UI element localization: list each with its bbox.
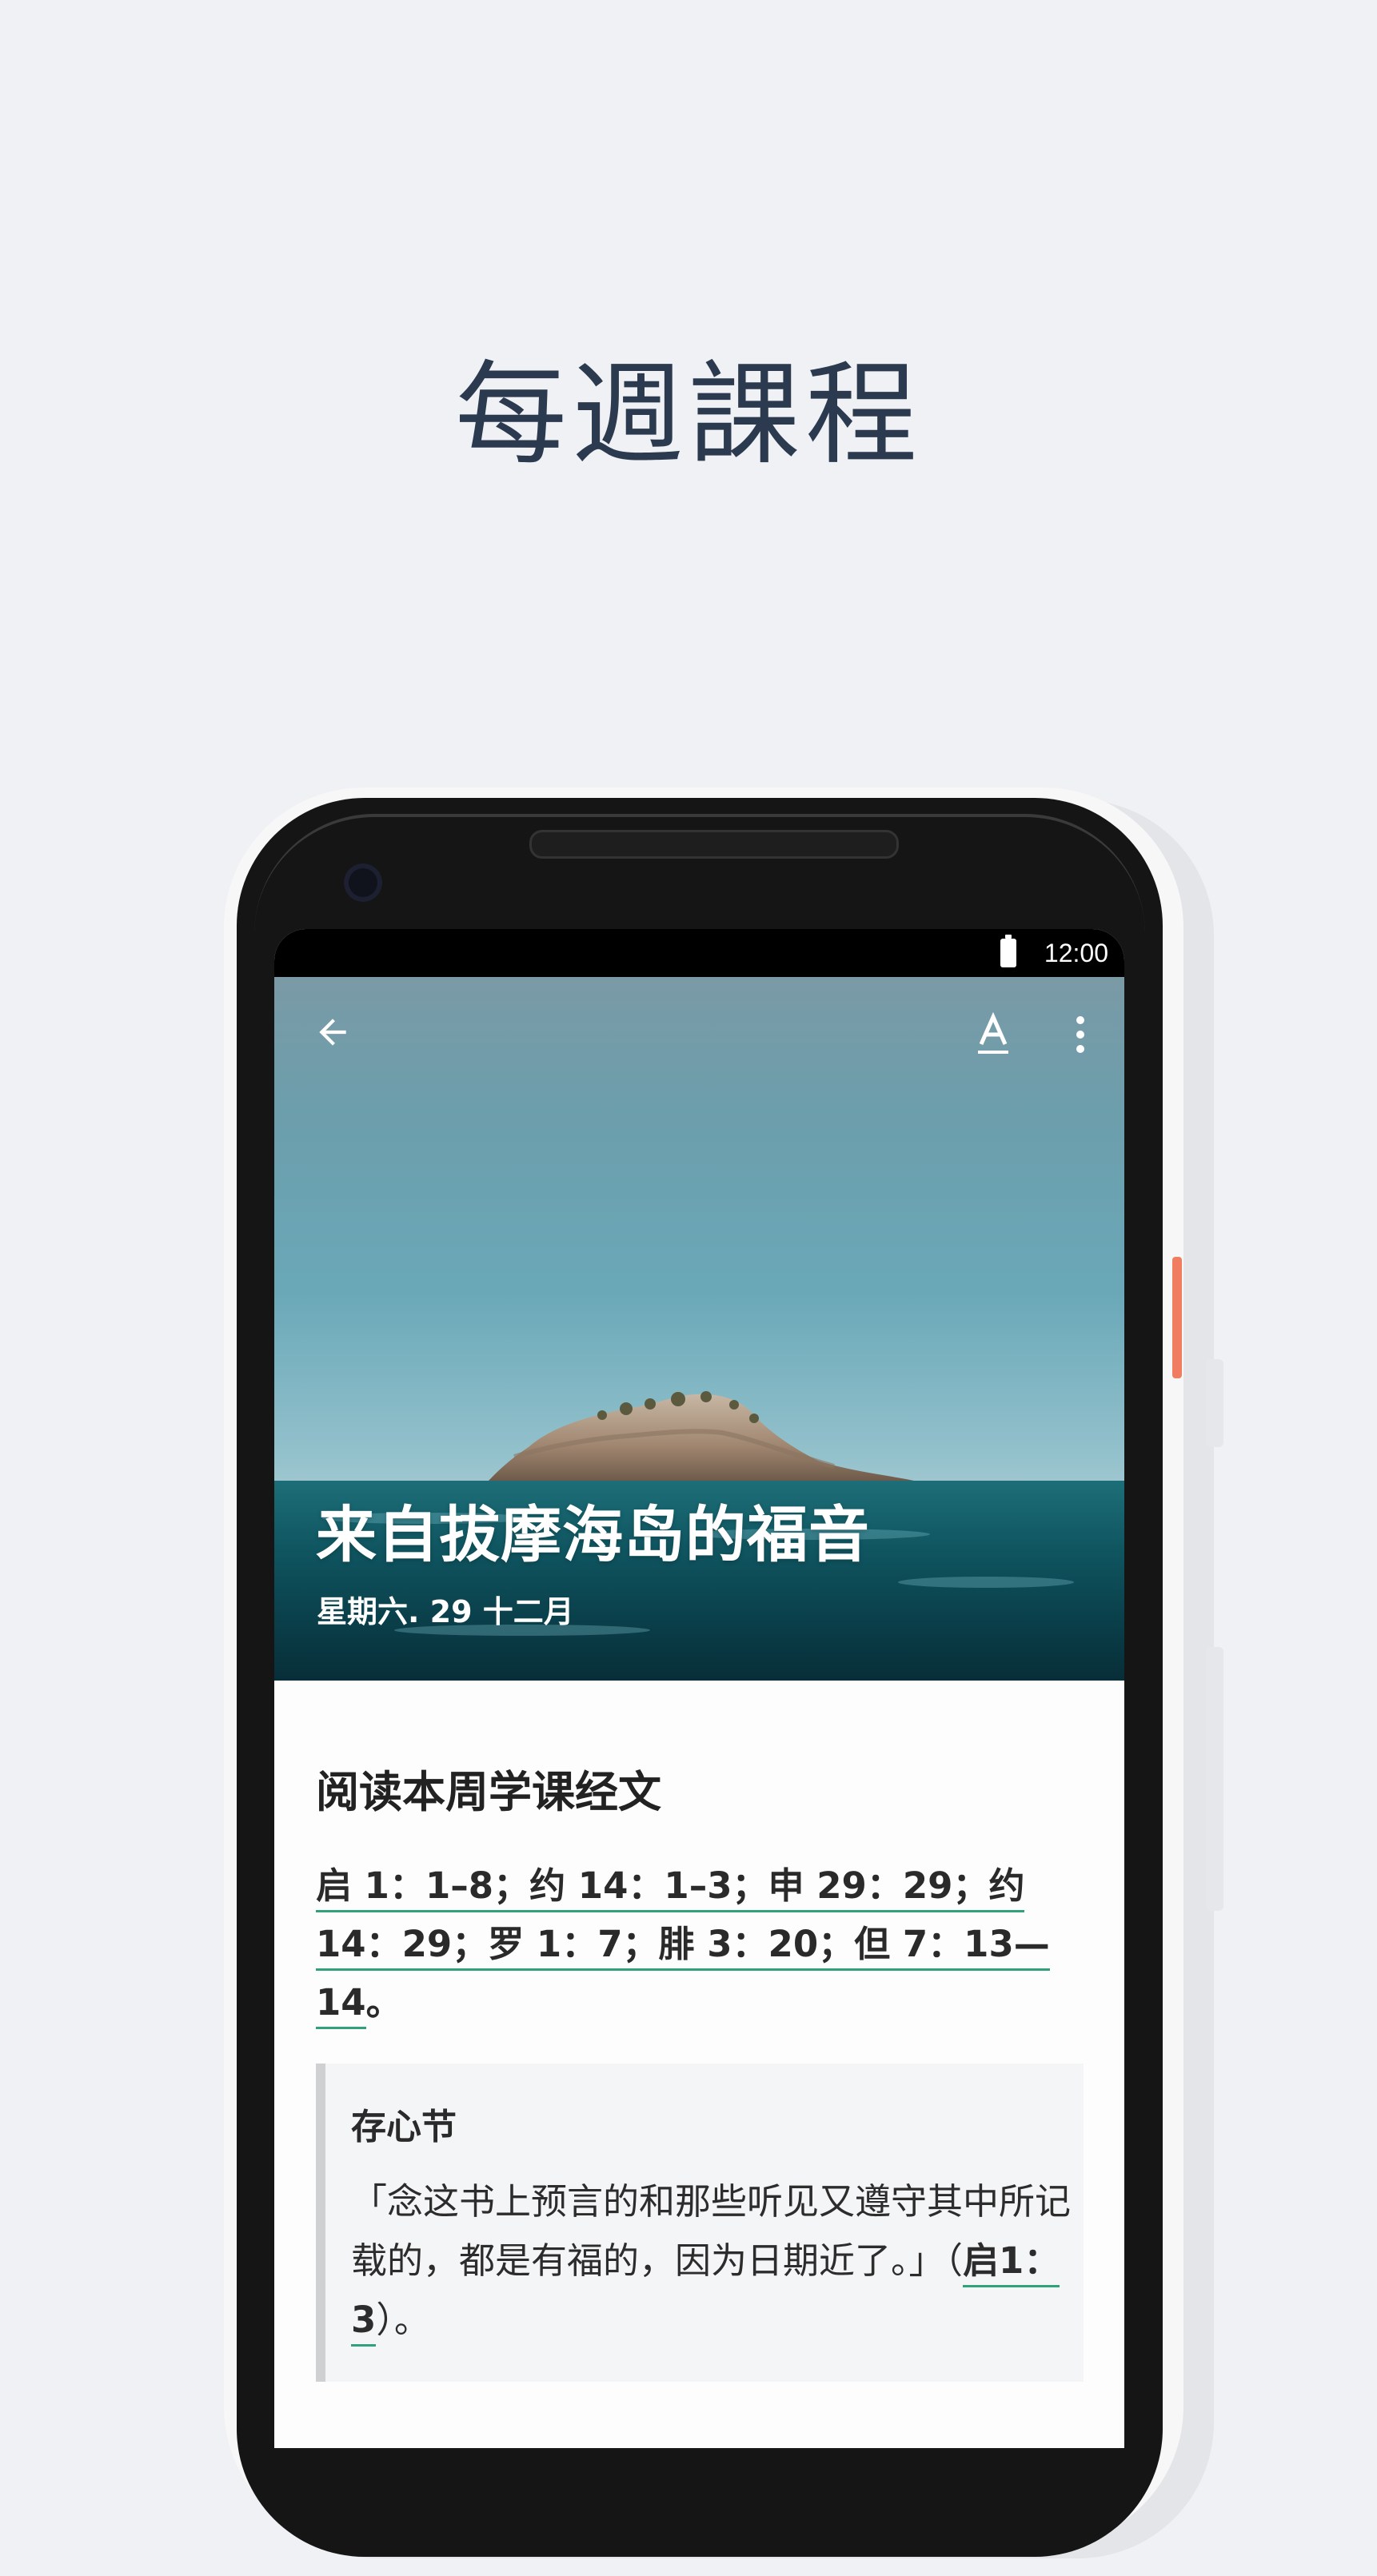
side-key-upper — [1206, 1359, 1223, 1447]
scripture-link[interactable]: ；约 14：1–3 — [493, 1864, 732, 1912]
scripture-references: 启 1：1–8；约 14：1–3；申 29：29；约 14：29；罗 1：7；腓… — [316, 1856, 1076, 2032]
scripture-link[interactable]: 启 1：1–8 — [316, 1864, 494, 1912]
status-bar: 12:00 — [274, 929, 1124, 977]
memory-verse-text: 「念这书上预言的和那些听见又遵守其中所记载的，都是有福的，因为日期近了。」（启1… — [351, 2172, 1084, 2350]
scripture-link[interactable]: ；罗 1：7 — [452, 1923, 623, 1971]
lesson-content: 阅读本周学课经文 启 1：1–8；约 14：1–3；申 29：29；约 14：2… — [274, 1681, 1124, 2448]
phone-screen: 12:00 来自拔摩海岛的福音 星期六. 29 十二月 阅读本周学课经文 启 1… — [274, 929, 1124, 2448]
lesson-hero: 来自拔摩海岛的福音 星期六. 29 十二月 — [274, 977, 1124, 1681]
lesson-date: 星期六. 29 十二月 — [317, 1594, 574, 1629]
text-format-icon — [978, 1011, 1008, 1054]
memory-verse-suffix: ）。 — [376, 2299, 430, 2341]
more-options-button[interactable] — [1066, 1012, 1095, 1057]
side-key-lower — [1206, 1647, 1223, 1911]
scripture-link[interactable]: ；腓 3：20 — [622, 1923, 819, 1971]
arrow-left-icon — [319, 1019, 346, 1046]
reading-heading: 阅读本周学课经文 — [316, 1767, 661, 1817]
scripture-period: 。 — [365, 1981, 402, 2024]
power-button[interactable] — [1172, 1257, 1182, 1378]
status-time: 12:00 — [1044, 939, 1108, 967]
back-button[interactable] — [313, 1012, 353, 1052]
memory-verse-title: 存心节 — [351, 2107, 457, 2147]
scripture-link[interactable]: ；申 29：29 — [732, 1864, 953, 1912]
battery-icon — [1000, 935, 1016, 967]
wave — [898, 1577, 1074, 1588]
more-vert-icon — [1076, 1016, 1084, 1053]
headline: 每週課程 — [454, 350, 922, 481]
phone-speaker — [529, 830, 899, 859]
memory-verse-box: 存心节 「念这书上预言的和那些听见又遵守其中所记载的，都是有福的，因为日期近了。… — [316, 2064, 1084, 2382]
lesson-title: 来自拔摩海岛的福音 — [316, 1499, 870, 1570]
font-size-button[interactable] — [973, 1011, 1013, 1057]
front-camera — [344, 863, 382, 902]
